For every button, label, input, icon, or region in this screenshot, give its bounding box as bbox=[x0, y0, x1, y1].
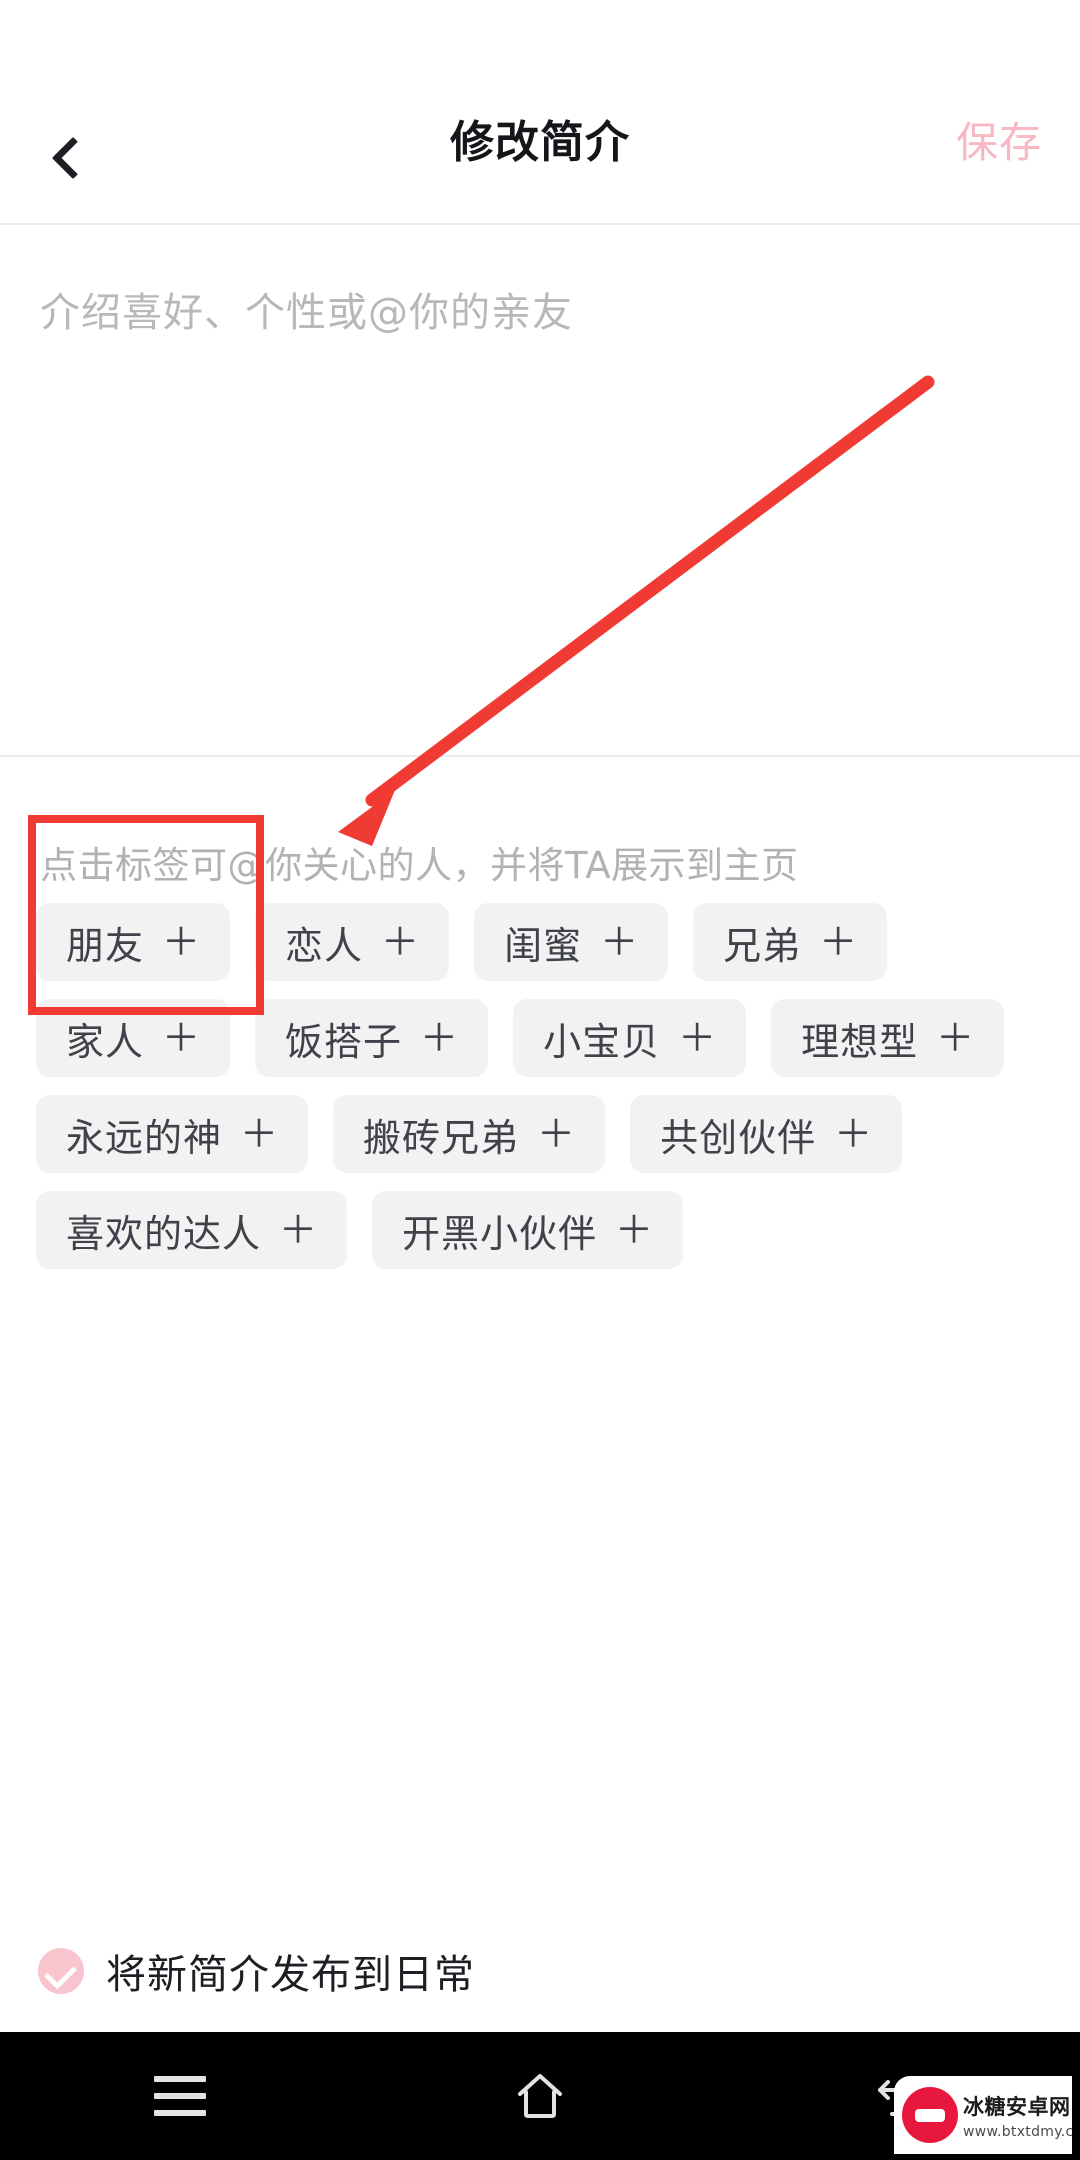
tag-chip-喜欢的达人[interactable]: 喜欢的达人 ＋ bbox=[36, 1191, 348, 1269]
tag-row: 喜欢的达人 ＋ 开黑小伙伴 ＋ bbox=[36, 1191, 1046, 1269]
page-title: 修改简介 bbox=[450, 117, 630, 168]
phone-screen: 修改简介 保存 介绍喜好、个性或@你的亲友 点击标签可@你关心的人，并将TA展示… bbox=[0, 0, 1080, 2160]
publish-to-daily-label: 将新简介发布到日常 bbox=[106, 1952, 475, 1998]
bio-editor[interactable]: 介绍喜好、个性或@你的亲友 bbox=[0, 225, 1080, 755]
tag-chip-label: 喜欢的达人 bbox=[66, 1211, 262, 1256]
tag-chip-label: 开黑小伙伴 bbox=[402, 1211, 598, 1256]
tag-chip-兄弟[interactable]: 兄弟 ＋ bbox=[693, 903, 888, 981]
back-button[interactable] bbox=[22, 112, 114, 204]
tag-chip-label: 闺蜜 bbox=[504, 923, 583, 968]
bio-placeholder: 介绍喜好、个性或@你的亲友 bbox=[40, 290, 573, 336]
tag-chip-朋友[interactable]: 朋友 ＋ bbox=[36, 903, 231, 981]
plus-icon: ＋ bbox=[162, 920, 201, 964]
tag-chip-label: 兄弟 bbox=[723, 923, 802, 968]
tag-chip-label: 朋友 bbox=[66, 923, 145, 968]
tag-chip-理想型[interactable]: 理想型 ＋ bbox=[771, 999, 1005, 1077]
plus-icon: ＋ bbox=[600, 920, 639, 964]
tag-row: 家人 ＋ 饭搭子 ＋ 小宝贝 ＋ 理想型 ＋ bbox=[36, 999, 1046, 1077]
plus-icon: ＋ bbox=[615, 1208, 654, 1252]
plus-icon: ＋ bbox=[834, 1112, 873, 1156]
site-watermark: 冰糖安卓网 www.btxtdmy.com bbox=[894, 2076, 1072, 2154]
home-icon bbox=[518, 2074, 562, 2118]
plus-icon: ＋ bbox=[162, 1016, 201, 1060]
tag-chip-label: 理想型 bbox=[801, 1019, 919, 1064]
tag-chip-家人[interactable]: 家人 ＋ bbox=[36, 999, 231, 1077]
plus-icon: ＋ bbox=[381, 920, 420, 964]
plus-icon: ＋ bbox=[537, 1112, 576, 1156]
plus-icon: ＋ bbox=[420, 1016, 459, 1060]
plus-icon: ＋ bbox=[678, 1016, 717, 1060]
plus-icon: ＋ bbox=[279, 1208, 318, 1252]
tag-chip-饭搭子[interactable]: 饭搭子 ＋ bbox=[255, 999, 489, 1077]
app-header: 修改简介 保存 bbox=[0, 62, 1080, 225]
tag-chip-label: 饭搭子 bbox=[285, 1019, 403, 1064]
tag-row: 永远的神 ＋ 搬砖兄弟 ＋ 共创伙伴 ＋ bbox=[36, 1095, 1046, 1173]
tag-chip-label: 永远的神 bbox=[66, 1115, 223, 1160]
watermark-url: www.btxtdmy.com bbox=[963, 2123, 1072, 2140]
nav-home-button[interactable] bbox=[450, 2032, 630, 2160]
plus-icon: ＋ bbox=[240, 1112, 279, 1156]
tag-row: 朋友 ＋ 恋人 ＋ 闺蜜 ＋ 兄弟 ＋ bbox=[36, 903, 1046, 981]
tag-chip-恋人[interactable]: 恋人 ＋ bbox=[255, 903, 450, 981]
section-divider bbox=[0, 755, 1080, 757]
checkbox-checked-icon[interactable] bbox=[38, 1948, 84, 1994]
tag-chip-label: 家人 bbox=[66, 1019, 145, 1064]
tag-chip-小宝贝[interactable]: 小宝贝 ＋ bbox=[513, 999, 747, 1077]
tag-chip-开黑小伙伴[interactable]: 开黑小伙伴 ＋ bbox=[372, 1191, 684, 1269]
plus-icon: ＋ bbox=[936, 1016, 975, 1060]
tag-chip-闺蜜[interactable]: 闺蜜 ＋ bbox=[474, 903, 669, 981]
tag-list: 朋友＋恋人＋闺蜜＋兄弟＋家人＋饭搭子＋小宝贝＋理想型＋永远的神＋搬砖兄弟＋共创伙… bbox=[36, 903, 1046, 1287]
tag-chip-label: 共创伙伴 bbox=[660, 1115, 817, 1160]
hamburger-menu-icon bbox=[154, 2076, 206, 2116]
tag-chip-共创伙伴[interactable]: 共创伙伴 ＋ bbox=[630, 1095, 903, 1173]
watermark-logo-icon bbox=[902, 2087, 958, 2143]
publish-to-daily-row[interactable]: 将新简介发布到日常 bbox=[38, 1942, 475, 2000]
tag-section-hint: 点击标签可@你关心的人，并将TA展示到主页 bbox=[40, 844, 799, 887]
chevron-left-icon bbox=[51, 136, 94, 180]
tag-chip-搬砖兄弟[interactable]: 搬砖兄弟 ＋ bbox=[333, 1095, 606, 1173]
tag-chip-label: 小宝贝 bbox=[543, 1019, 661, 1064]
save-button[interactable]: 保存 bbox=[956, 62, 1042, 223]
tag-chip-永远的神[interactable]: 永远的神 ＋ bbox=[36, 1095, 309, 1173]
tag-chip-label: 恋人 bbox=[285, 923, 364, 968]
nav-recents-button[interactable] bbox=[90, 2032, 270, 2160]
plus-icon: ＋ bbox=[819, 920, 858, 964]
status-bar bbox=[0, 0, 1080, 62]
watermark-name: 冰糖安卓网 bbox=[963, 2094, 1071, 2119]
tag-chip-label: 搬砖兄弟 bbox=[363, 1115, 520, 1160]
